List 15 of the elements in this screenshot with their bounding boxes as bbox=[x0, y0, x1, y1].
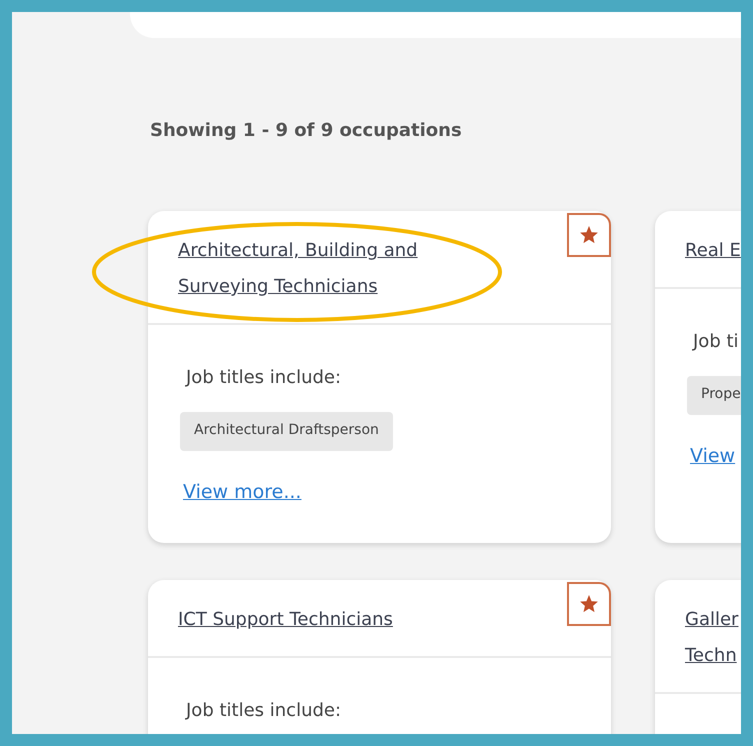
job-title-tag: Prope bbox=[687, 376, 741, 415]
favorite-button[interactable] bbox=[567, 582, 611, 626]
job-titles-label: Job ti bbox=[693, 331, 740, 352]
star-icon bbox=[580, 226, 598, 244]
results-summary: Showing 1 - 9 of 9 occupations bbox=[150, 120, 463, 141]
view-more-link[interactable]: View bbox=[690, 445, 736, 467]
favorite-button[interactable] bbox=[567, 213, 611, 257]
view-more-link[interactable]: View more... bbox=[183, 481, 302, 503]
occupation-title-link[interactable]: Galler Techn bbox=[685, 602, 738, 674]
job-title-tag: Architectural Draftsperson bbox=[180, 412, 393, 451]
job-titles-label: Job titles include: bbox=[186, 700, 342, 721]
occupation-title-link[interactable]: ICT Support Technicians bbox=[178, 602, 393, 638]
occupation-title-link[interactable]: Real E bbox=[685, 233, 741, 269]
job-titles-label: Job titles include: bbox=[186, 367, 342, 388]
star-icon bbox=[580, 595, 598, 613]
